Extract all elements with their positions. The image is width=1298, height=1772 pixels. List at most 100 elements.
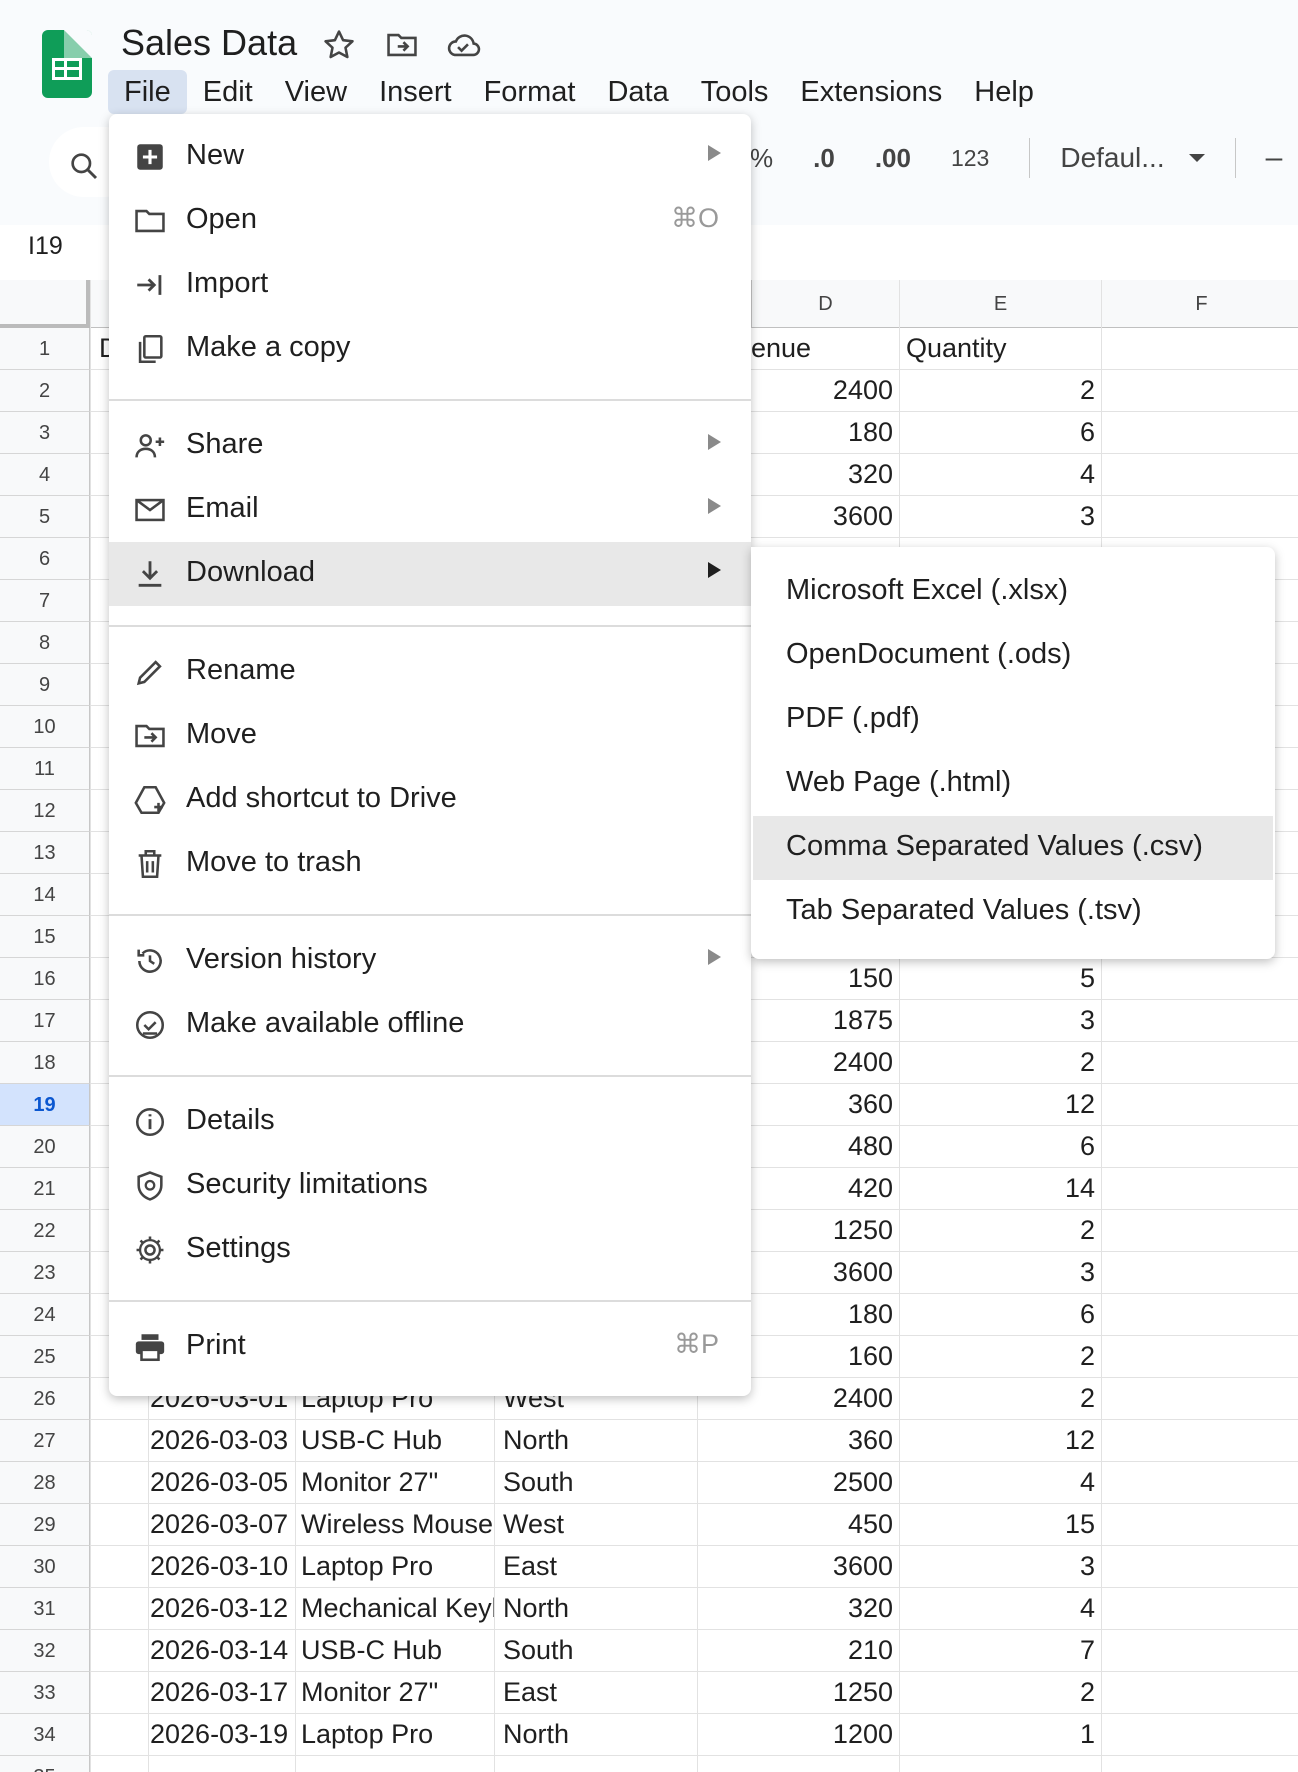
region-cell[interactable]: South (503, 1467, 693, 1498)
menu-help[interactable]: Help (958, 70, 1050, 114)
product-cell[interactable]: Laptop Pro (301, 1719, 494, 1750)
row-header[interactable]: 10 (0, 706, 90, 748)
select-all-corner[interactable] (0, 280, 90, 328)
revenue-cell[interactable]: 150 (751, 963, 893, 994)
revenue-cell[interactable]: 160 (751, 1341, 893, 1372)
product-cell[interactable]: Wireless Mouse (301, 1509, 494, 1540)
row-header[interactable]: 26 (0, 1378, 90, 1420)
revenue-cell[interactable]: 360 (751, 1425, 893, 1456)
quantity-cell[interactable]: 3 (899, 1257, 1095, 1288)
menu-item-make-copy[interactable]: Make a copy (109, 317, 751, 381)
revenue-cell[interactable]: 360 (751, 1089, 893, 1120)
product-cell[interactable]: Monitor 27" (301, 1677, 494, 1708)
revenue-cell[interactable]: 2400 (751, 375, 893, 406)
row-header[interactable]: 25 (0, 1336, 90, 1378)
revenue-cell[interactable]: 180 (751, 417, 893, 448)
row-header[interactable]: 1 (0, 328, 90, 370)
row-header[interactable]: 33 (0, 1672, 90, 1714)
menu-file[interactable]: File (108, 70, 187, 114)
menu-item-download[interactable]: Download (109, 542, 751, 606)
column-header-d[interactable]: D (751, 280, 899, 328)
revenue-cell[interactable]: 3600 (751, 1551, 893, 1582)
revenue-cell[interactable]: 3600 (751, 1257, 893, 1288)
quantity-cell[interactable]: 6 (899, 1299, 1095, 1330)
row-header[interactable]: 12 (0, 790, 90, 832)
revenue-cell[interactable]: 2400 (751, 1047, 893, 1078)
menu-format[interactable]: Format (468, 70, 592, 114)
quantity-cell[interactable]: 2 (899, 1677, 1095, 1708)
quantity-cell[interactable]: 14 (899, 1173, 1095, 1204)
row-header[interactable]: 11 (0, 748, 90, 790)
region-cell[interactable]: East (503, 1551, 693, 1582)
product-cell[interactable]: Monitor 27" (301, 1467, 494, 1498)
revenue-cell[interactable]: 1875 (751, 1005, 893, 1036)
revenue-cell[interactable]: 2500 (751, 1467, 893, 1498)
revenue-cell[interactable]: 320 (751, 1593, 893, 1624)
more-formats-button[interactable]: 123 (951, 145, 989, 172)
quantity-cell[interactable]: 2 (899, 1215, 1095, 1246)
product-cell[interactable]: Mechanical Keyboard (301, 1593, 494, 1624)
row-header[interactable]: 29 (0, 1504, 90, 1546)
quantity-cell[interactable]: 2 (899, 1341, 1095, 1372)
download-tsv[interactable]: Tab Separated Values (.tsv) (753, 880, 1273, 944)
row-header[interactable]: 31 (0, 1588, 90, 1630)
row-header[interactable]: 2 (0, 370, 90, 412)
revenue-cell[interactable]: 480 (751, 1131, 893, 1162)
row-header[interactable]: 23 (0, 1252, 90, 1294)
date-cell[interactable]: 2026-03-12 (150, 1593, 295, 1624)
quantity-cell[interactable]: 6 (899, 1131, 1095, 1162)
revenue-cell[interactable]: 1250 (751, 1215, 893, 1246)
row-header[interactable]: 20 (0, 1126, 90, 1168)
row-header[interactable]: 34 (0, 1714, 90, 1756)
region-cell[interactable]: North (503, 1425, 693, 1456)
menu-item-offline[interactable]: Make available offline (109, 993, 751, 1057)
region-cell[interactable]: North (503, 1719, 693, 1750)
menu-view[interactable]: View (269, 70, 363, 114)
menu-item-open[interactable]: Open ⌘O (109, 189, 751, 253)
row-header[interactable]: 18 (0, 1042, 90, 1084)
quantity-cell[interactable]: 6 (899, 417, 1095, 448)
menu-item-trash[interactable]: Move to trash (109, 832, 751, 896)
date-cell[interactable]: 2026-03-05 (150, 1467, 295, 1498)
row-header[interactable]: 24 (0, 1294, 90, 1336)
search-icon[interactable] (68, 150, 100, 182)
row-header[interactable]: 17 (0, 1000, 90, 1042)
document-title[interactable]: Sales Data (121, 22, 297, 64)
row-header[interactable]: 30 (0, 1546, 90, 1588)
download-html[interactable]: Web Page (.html) (753, 752, 1273, 816)
quantity-cell[interactable]: 12 (899, 1089, 1095, 1120)
cloud-saved-icon[interactable] (444, 28, 482, 62)
menu-item-version-history[interactable]: Version history (109, 929, 751, 993)
quantity-cell[interactable]: 15 (899, 1509, 1095, 1540)
date-cell[interactable]: 2026-03-10 (150, 1551, 295, 1582)
folder-move-icon[interactable] (384, 28, 420, 62)
menu-item-details[interactable]: Details (109, 1090, 751, 1154)
row-header[interactable]: 13 (0, 832, 90, 874)
column-header-e[interactable]: E (899, 280, 1101, 328)
date-cell[interactable]: 2026-03-19 (150, 1719, 295, 1750)
download-xlsx[interactable]: Microsoft Excel (.xlsx) (753, 560, 1273, 624)
quantity-cell[interactable]: 12 (899, 1425, 1095, 1456)
row-header[interactable]: 7 (0, 580, 90, 622)
row-header[interactable]: 27 (0, 1420, 90, 1462)
revenue-cell[interactable]: 210 (751, 1635, 893, 1666)
decrease-decimal-button[interactable]: .0 (813, 143, 835, 174)
quantity-cell[interactable]: 2 (899, 1047, 1095, 1078)
download-ods[interactable]: OpenDocument (.ods) (753, 624, 1273, 688)
row-header[interactable]: 21 (0, 1168, 90, 1210)
row-header[interactable]: 6 (0, 538, 90, 580)
row-header[interactable]: 3 (0, 412, 90, 454)
sheets-logo-icon[interactable] (42, 30, 92, 98)
download-pdf[interactable]: PDF (.pdf) (753, 688, 1273, 752)
menu-item-add-shortcut[interactable]: Add shortcut to Drive (109, 768, 751, 832)
row-header[interactable]: 8 (0, 622, 90, 664)
menu-item-new[interactable]: New (109, 125, 751, 189)
row-header[interactable]: 19 (0, 1084, 90, 1126)
quantity-cell[interactable]: 3 (899, 1005, 1095, 1036)
quantity-cell[interactable]: 5 (899, 963, 1095, 994)
revenue-cell[interactable]: 1200 (751, 1719, 893, 1750)
menu-item-rename[interactable]: Rename (109, 640, 751, 704)
revenue-cell[interactable]: 420 (751, 1173, 893, 1204)
date-cell[interactable]: 2026-03-03 (150, 1425, 295, 1456)
product-cell[interactable]: USB-C Hub (301, 1425, 494, 1456)
